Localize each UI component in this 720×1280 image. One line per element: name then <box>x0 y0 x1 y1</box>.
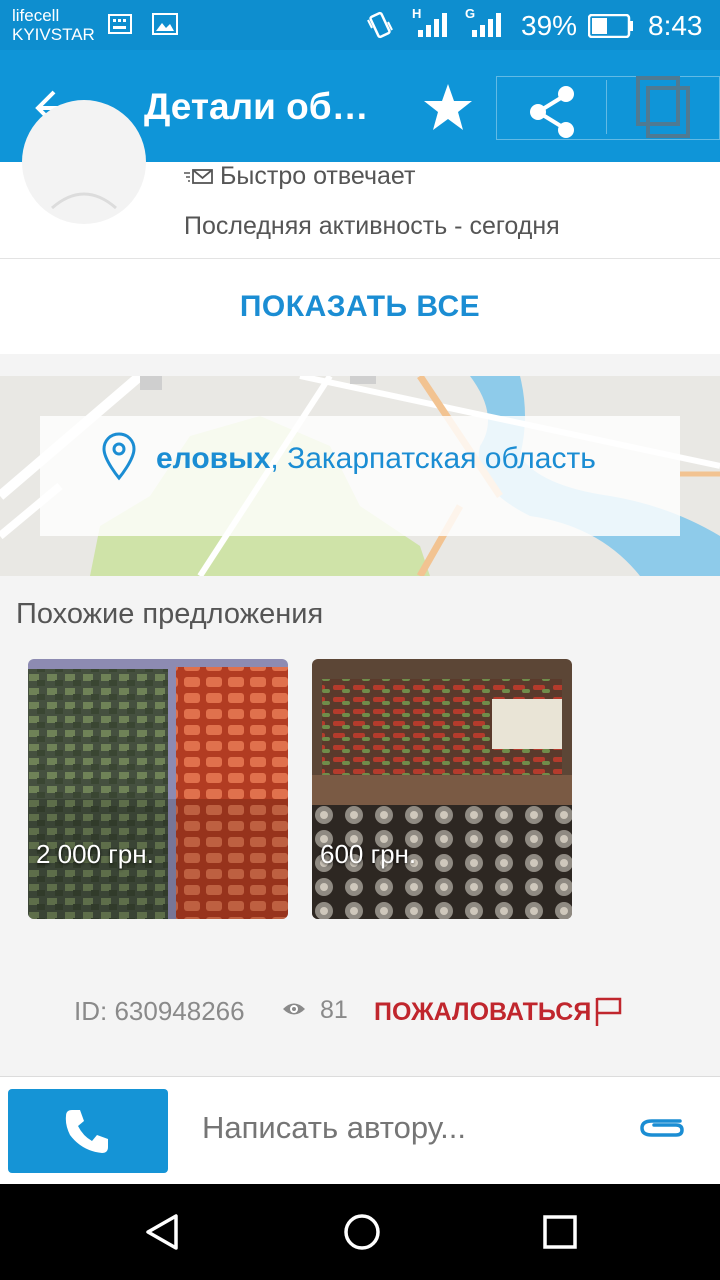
copy-icon[interactable] <box>630 74 700 144</box>
image-icon <box>152 13 178 35</box>
battery-icon <box>588 14 633 38</box>
favorite-star-icon[interactable] <box>418 78 478 138</box>
location-region: , Закарпатская область <box>270 442 596 475</box>
call-button[interactable] <box>8 1089 168 1173</box>
message-input[interactable] <box>200 1109 603 1147</box>
location-city: еловых <box>156 442 271 475</box>
mail-icon <box>184 169 213 185</box>
status-bar: lifecell KYIVSTAR H G 39% 8:43 <box>0 0 720 50</box>
system-nav-bar <box>0 1184 720 1280</box>
phone-icon <box>65 1110 108 1153</box>
report-button[interactable]: ПОЖАЛОВАТЬСЯ <box>374 998 591 1027</box>
signal-icon <box>472 13 501 37</box>
carrier-info: lifecell KYIVSTAR <box>12 6 95 44</box>
attach-icon[interactable] <box>636 1113 686 1143</box>
fast-response-text: Быстро отвечает <box>220 162 416 190</box>
toolbar-divider <box>606 80 607 134</box>
offer-card[interactable]: 600 грн. <box>312 659 572 919</box>
signal-icon <box>418 13 447 37</box>
ad-meta: ID: 630948266 81 ПОЖАЛОВАТЬСЯ <box>0 996 720 1030</box>
fast-response-badge: Быстро отвечает <box>184 162 415 191</box>
avatar <box>22 100 146 224</box>
vibrate-icon <box>367 11 393 39</box>
clock: 8:43 <box>648 10 703 41</box>
share-icon[interactable] <box>520 80 584 144</box>
keyboard-icon <box>108 14 132 34</box>
flag-icon[interactable] <box>594 996 624 1028</box>
nav-back-icon[interactable] <box>140 1210 184 1254</box>
offer-photo <box>312 659 572 919</box>
location-map[interactable]: еловых, Закарпатская область <box>0 376 720 576</box>
offer-price: 2 000 грн. <box>36 839 154 869</box>
ad-id: ID: 630948266 <box>74 996 245 1026</box>
user-placeholder-icon <box>51 192 117 210</box>
location-label: еловых, Закарпатская область <box>40 416 680 536</box>
carrier-name-2: KYIVSTAR <box>12 25 95 44</box>
offer-price: 600 грн. <box>320 839 417 869</box>
battery-percent: 39% <box>521 10 578 41</box>
offer-photo <box>28 659 288 919</box>
location-pin-icon <box>102 432 136 481</box>
similar-offers-heading: Похожие предложения <box>16 598 324 630</box>
carrier-name-1: lifecell <box>12 6 60 25</box>
seller-card: Быстро отвечает Последняя активность - с… <box>0 100 720 354</box>
divider <box>0 258 720 259</box>
last-activity: Последняя активность - сегодня <box>184 212 560 240</box>
show-all-button[interactable]: ПОКАЗАТЬ ВСЕ <box>0 290 720 324</box>
nav-recents-icon[interactable] <box>540 1212 580 1252</box>
location-text: еловых, Закарпатская область <box>156 442 596 476</box>
offer-card[interactable]: 2 000 грн. <box>28 659 288 919</box>
nav-home-icon[interactable] <box>340 1210 384 1254</box>
view-count: 81 <box>320 996 348 1024</box>
contact-bar <box>0 1076 720 1185</box>
page-title: Детали об… <box>144 86 369 127</box>
eye-icon <box>283 1003 305 1015</box>
